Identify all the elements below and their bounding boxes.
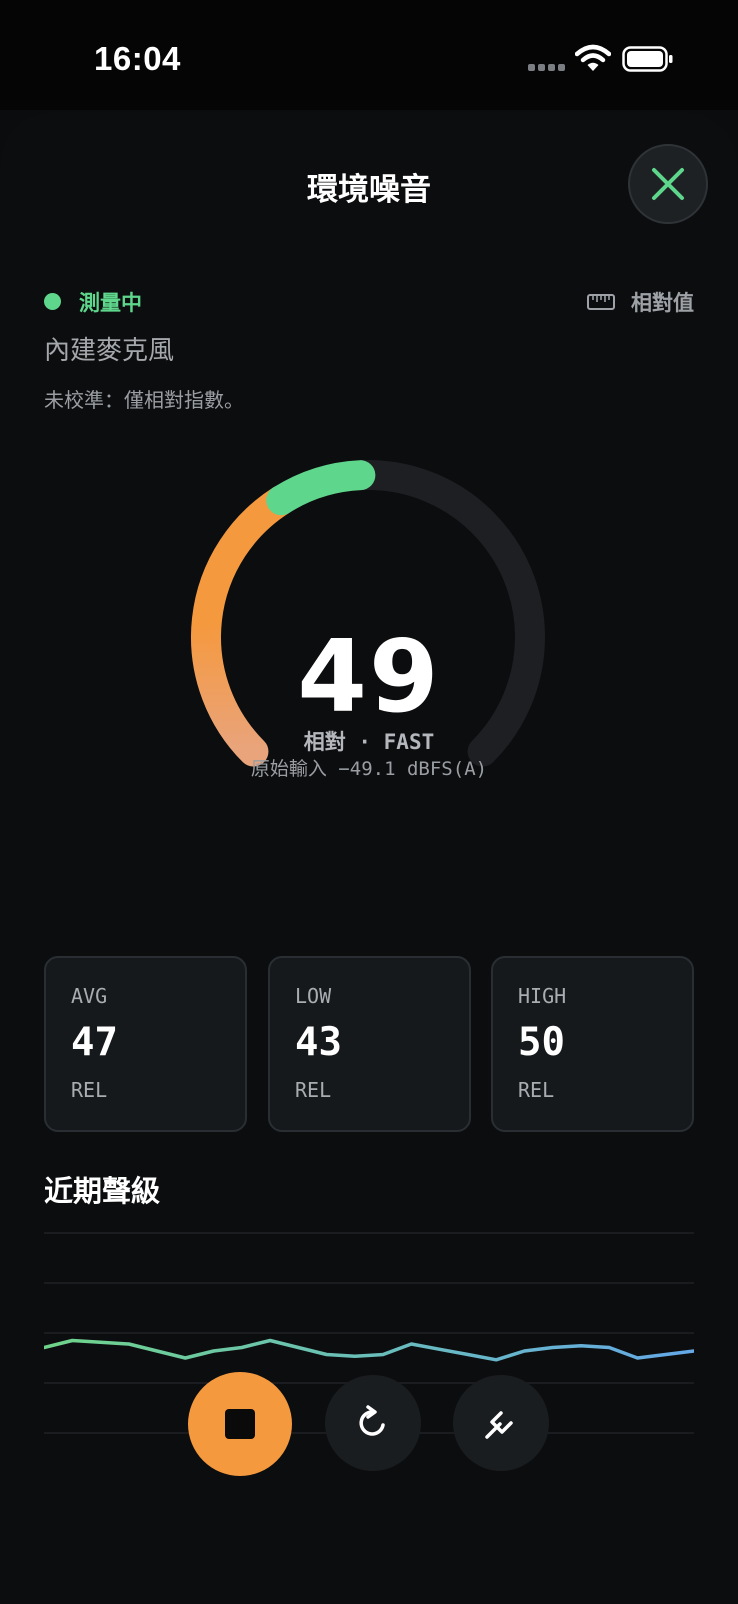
weighting-mode: 相對 · FAST [303, 730, 435, 754]
reset-arrow-icon [359, 1405, 385, 1436]
recent-levels-title: 近期聲級 [44, 1174, 161, 1208]
stat-unit: REL [518, 1078, 555, 1102]
stat-label: HIGH [518, 984, 567, 1008]
reset-button[interactable] [325, 1375, 421, 1471]
stat-value: 47 [71, 1020, 118, 1065]
current-level-value: 49 [297, 618, 441, 735]
close-button[interactable] [628, 144, 708, 224]
battery-icon [622, 46, 673, 72]
calibration-note: 未校準：僅相對指數。 [44, 388, 244, 412]
stat-card-high: HIGH 50 REL [491, 956, 694, 1132]
stat-label: AVG [71, 984, 108, 1008]
status-time: 16:04 [94, 40, 181, 77]
stat-unit: REL [71, 1078, 108, 1102]
stop-button[interactable] [188, 1372, 292, 1476]
recording-indicator-dot [44, 293, 61, 310]
unit-mode-toggle[interactable]: 相對值 [587, 287, 694, 317]
stat-value: 43 [295, 1020, 342, 1065]
measurement-status: 測量中 [79, 291, 142, 315]
tuning-fork-icon [485, 1411, 513, 1439]
level-history-line [44, 1338, 694, 1362]
stat-card-avg: AVG 47 REL [44, 956, 247, 1132]
stop-square-icon [225, 1409, 255, 1439]
gauge-fill-green [266, 460, 376, 516]
raw-input-reading: 原始輸入 −49.1 dBFS(A) [250, 758, 488, 780]
stat-unit: REL [295, 1078, 332, 1102]
stat-label: LOW [295, 984, 332, 1008]
wifi-icon [575, 44, 611, 71]
status-bar: 16:04 [0, 0, 738, 110]
stat-value: 50 [518, 1020, 565, 1065]
tuning-button[interactable] [453, 1375, 549, 1471]
ruler-icon [587, 294, 615, 310]
app-screen: 16:04 環境噪音 測量中 相對值 內建麥克風 未校準：僅相對指數。 49 相… [0, 0, 738, 1604]
stat-card-low: LOW 43 REL [268, 956, 471, 1132]
measurement-status-row: 測量中 相對值 [44, 284, 694, 320]
input-device-name: 內建麥克風 [44, 336, 175, 366]
cellular-signal-icon [528, 64, 566, 72]
close-x-icon [652, 168, 684, 200]
unit-mode-label: 相對值 [631, 291, 694, 315]
